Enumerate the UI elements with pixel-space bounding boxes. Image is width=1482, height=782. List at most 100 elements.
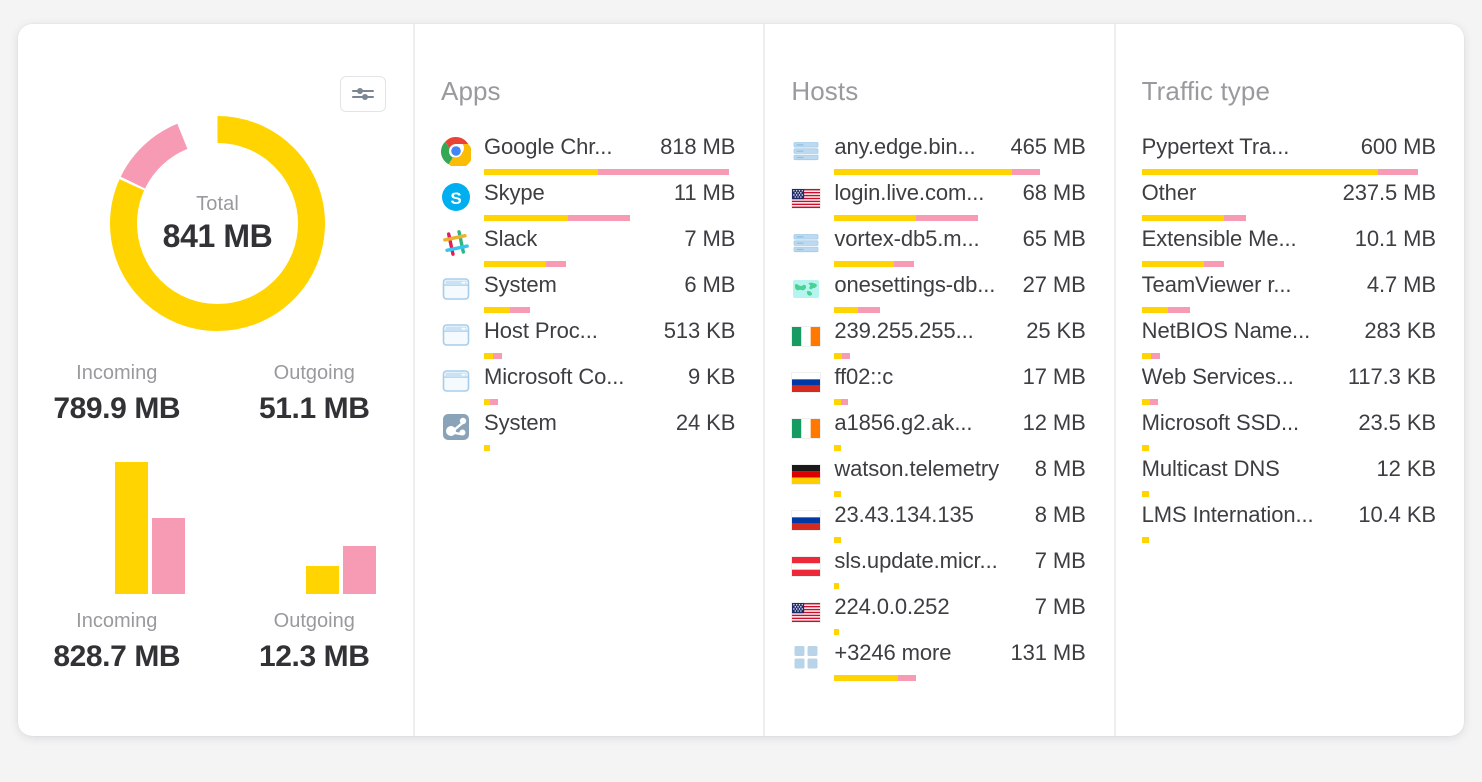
list-item-value: 17 MB bbox=[1022, 364, 1086, 389]
server-icon bbox=[791, 136, 821, 166]
list-item-value: 283 KB bbox=[1364, 318, 1436, 343]
bar-segment-outgoing bbox=[1377, 169, 1418, 175]
donut-total-value: 841 MB bbox=[162, 217, 273, 254]
list-item-body: sls.update.micr... 7 MB bbox=[834, 548, 1086, 589]
list-item-body: vortex-db5.m... 65 MB bbox=[834, 226, 1086, 267]
list-item-name: Other bbox=[1141, 180, 1197, 205]
bar-segment-incoming bbox=[1141, 215, 1224, 221]
list-item-textline: 23.43.134.135 8 MB bbox=[834, 502, 1085, 532]
list-item-body: 239.255.255... 25 KB bbox=[834, 318, 1086, 359]
list-item-bar bbox=[484, 353, 735, 359]
list-item-name: TeamViewer r... bbox=[1141, 272, 1292, 297]
list-item[interactable]: Pypertext Tra... 600 MB bbox=[1141, 134, 1436, 180]
list-item[interactable]: NetBIOS Name... 283 KB bbox=[1141, 318, 1436, 364]
list-item-bar bbox=[834, 169, 1085, 175]
list-item-textline: ff02::c 17 MB bbox=[834, 364, 1085, 394]
list-item-value: 25 KB bbox=[1026, 318, 1086, 343]
list-item[interactable]: System 24 KB bbox=[441, 410, 735, 456]
list-item-textline: Web Services... 117.3 KB bbox=[1142, 364, 1436, 394]
list-item-bar bbox=[484, 307, 735, 313]
list-item[interactable]: TeamViewer r... 4.7 MB bbox=[1141, 272, 1436, 318]
list-item-textline: Skype 11 MB bbox=[484, 180, 735, 210]
list-item[interactable]: System 6 MB bbox=[441, 272, 735, 318]
list-item-body: Slack 7 MB bbox=[484, 226, 735, 267]
bar-segment-incoming bbox=[1141, 169, 1378, 175]
totals-row: Incoming 789.9 MB Outgoing 51.1 MB bbox=[18, 362, 413, 426]
flag-us-icon bbox=[791, 596, 822, 626]
list-item[interactable]: Host Proc... 513 KB bbox=[441, 318, 735, 364]
list-item-body: Extensible Me... 10.1 MB bbox=[1141, 226, 1436, 267]
total-incoming-label: Incoming bbox=[76, 362, 158, 384]
list-item-textline: NetBIOS Name... 283 KB bbox=[1142, 318, 1436, 348]
list-item-textline: Google Chr... 818 MB bbox=[484, 134, 735, 164]
bar-outgoing-value: 12.3 MB bbox=[258, 640, 370, 673]
list-item-body: Web Services... 117.3 KB bbox=[1141, 364, 1436, 405]
list-item[interactable]: Microsoft Co... 9 KB bbox=[441, 364, 735, 410]
list-item-name: Web Services... bbox=[1141, 364, 1294, 389]
list-item[interactable]: +3246 more 131 MB bbox=[791, 640, 1086, 686]
list-item-bar bbox=[834, 261, 1085, 267]
filter-button[interactable] bbox=[340, 76, 386, 112]
list-item-body: Microsoft SSD... 23.5 KB bbox=[1141, 410, 1436, 451]
bar-segment-outgoing bbox=[1167, 307, 1190, 313]
bar-segment-incoming bbox=[484, 307, 510, 313]
list-item-name: vortex-db5.m... bbox=[834, 226, 980, 251]
list-item[interactable]: Web Services... 117.3 KB bbox=[1141, 364, 1436, 410]
list-item[interactable]: any.edge.bin... 465 MB bbox=[791, 134, 1086, 180]
list-item[interactable]: 23.43.134.135 8 MB bbox=[791, 502, 1086, 548]
column-title: Apps bbox=[441, 76, 501, 106]
list-item-name: NetBIOS Name... bbox=[1141, 318, 1311, 343]
list-item-textline: System 6 MB bbox=[484, 272, 735, 302]
list-item-value: 237.5 MB bbox=[1342, 180, 1436, 205]
bar-segment-incoming bbox=[484, 445, 490, 451]
list-item-body: 23.43.134.135 8 MB bbox=[834, 502, 1086, 543]
list-item-name: LMS Internation... bbox=[1141, 502, 1314, 527]
list-item[interactable]: 224.0.0.252 7 MB bbox=[791, 594, 1086, 640]
list-item[interactable]: vortex-db5.m... 65 MB bbox=[791, 226, 1086, 272]
bar-segment-incoming bbox=[484, 353, 493, 359]
list-item[interactable]: watson.telemetry 8 MB bbox=[791, 456, 1086, 502]
list-item-value: 12 KB bbox=[1376, 456, 1437, 481]
list-item-name: Microsoft Co... bbox=[484, 364, 625, 389]
traffic-donut-chart: Total 841 MB bbox=[106, 112, 329, 335]
list-item[interactable]: LMS Internation... 10.4 KB bbox=[1141, 502, 1436, 548]
list-item-value: 8 MB bbox=[1034, 456, 1086, 481]
traffic-bar-chart bbox=[18, 454, 413, 594]
list-item-body: Other 237.5 MB bbox=[1141, 180, 1436, 221]
list-item-bar bbox=[1141, 169, 1436, 175]
list-item-textline: login.live.com... 68 MB bbox=[834, 180, 1085, 210]
list-item-value: 7 MB bbox=[1034, 594, 1086, 619]
list-item[interactable]: login.live.com... 68 MB bbox=[791, 180, 1086, 226]
svg-text:S: S bbox=[450, 189, 461, 208]
flag-ie-icon bbox=[791, 320, 822, 350]
list-item[interactable]: Slack 7 MB bbox=[441, 226, 735, 272]
list-item[interactable]: ff02::c 17 MB bbox=[791, 364, 1086, 410]
list-item[interactable]: Multicast DNS 12 KB bbox=[1141, 456, 1436, 502]
skype-icon: S bbox=[441, 182, 471, 212]
list-item-value: 24 KB bbox=[675, 410, 736, 435]
column-title: Traffic type bbox=[1141, 76, 1271, 106]
list-item-bar bbox=[834, 675, 1085, 681]
list-item-textline: LMS Internation... 10.4 KB bbox=[1142, 502, 1436, 532]
list-item[interactable]: onesettings-db... 27 MB bbox=[791, 272, 1086, 318]
list-item[interactable]: a1856.g2.ak... 12 MB bbox=[791, 410, 1086, 456]
server-icon bbox=[791, 228, 821, 258]
list-item[interactable]: Other 237.5 MB bbox=[1141, 180, 1436, 226]
list-item[interactable]: sls.update.micr... 7 MB bbox=[791, 548, 1086, 594]
bar-segment-incoming bbox=[1141, 353, 1151, 359]
list-item-name: Pypertext Tra... bbox=[1141, 134, 1290, 159]
bar-segment-incoming bbox=[484, 169, 598, 175]
list-item-name: Multicast DNS bbox=[1141, 456, 1280, 481]
list-item-body: NetBIOS Name... 283 KB bbox=[1141, 318, 1436, 359]
list-item[interactable]: Google Chr... 818 MB bbox=[440, 134, 735, 180]
donut-total-label: Total bbox=[196, 192, 239, 215]
list-item-name: onesettings-db... bbox=[834, 272, 996, 297]
list-item-textline: Multicast DNS 12 KB bbox=[1142, 456, 1436, 486]
list-item-body: LMS Internation... 10.4 KB bbox=[1141, 502, 1436, 543]
list-item-value: 10.1 MB bbox=[1354, 226, 1436, 251]
list-item[interactable]: S Skype 11 MB bbox=[441, 180, 735, 226]
list-item[interactable]: Microsoft SSD... 23.5 KB bbox=[1141, 410, 1436, 456]
list-item[interactable]: Extensible Me... 10.1 MB bbox=[1141, 226, 1436, 272]
list-item[interactable]: 239.255.255... 25 KB bbox=[791, 318, 1086, 364]
bar-segment-incoming bbox=[1141, 537, 1149, 543]
